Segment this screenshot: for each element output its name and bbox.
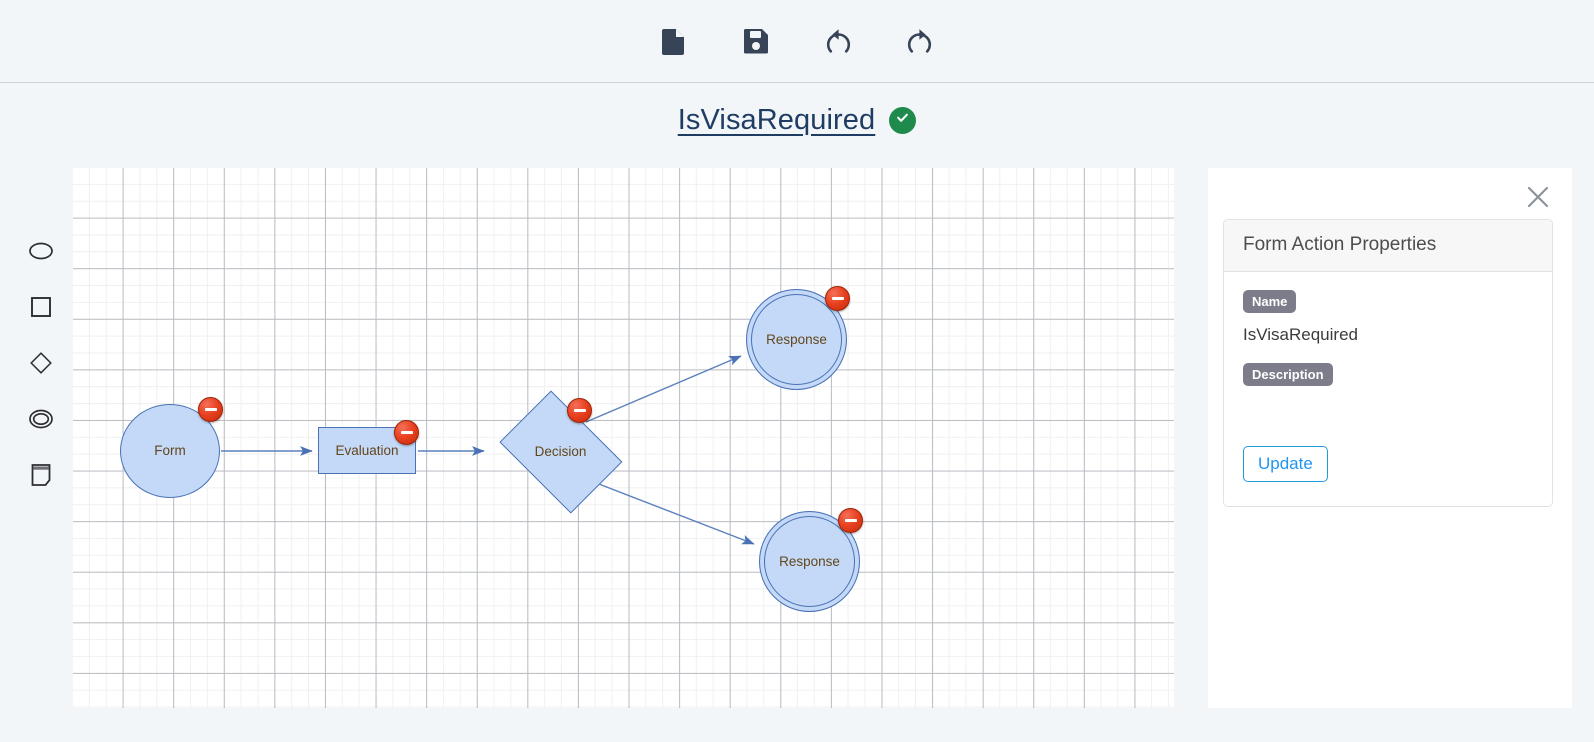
field-name: Name IsVisaRequired: [1243, 290, 1533, 345]
palette-item-diamond[interactable]: [20, 348, 62, 382]
node-label: Response: [766, 331, 827, 347]
top-toolbar: [0, 0, 1594, 83]
delete-node-badge-evaluation[interactable]: [394, 420, 419, 445]
new-file-button[interactable]: [652, 19, 696, 63]
palette-item-note[interactable]: [20, 460, 62, 494]
properties-panel: Form Action Properties Name IsVisaRequir…: [1208, 168, 1572, 708]
check-icon: [895, 110, 910, 130]
field-name-tag: Name: [1243, 290, 1297, 313]
field-description-tag: Description: [1243, 363, 1333, 386]
palette-item-rectangle[interactable]: [20, 292, 62, 326]
square-icon: [30, 296, 52, 323]
field-description-value[interactable]: [1243, 398, 1533, 418]
page-title[interactable]: IsVisaRequired: [678, 104, 876, 137]
undo-button[interactable]: [816, 19, 860, 63]
diamond-icon: [29, 351, 53, 380]
close-panel-button[interactable]: [1522, 183, 1554, 215]
delete-node-badge-response-2[interactable]: [838, 508, 863, 533]
palette-item-double-circle[interactable]: [20, 404, 62, 438]
save-icon: [743, 28, 769, 54]
shape-palette: [18, 236, 64, 494]
properties-card-body: Name IsVisaRequired Description Update: [1224, 272, 1552, 506]
node-label: Form: [154, 443, 186, 459]
save-button[interactable]: [734, 19, 778, 63]
form-action-properties-card: Form Action Properties Name IsVisaRequir…: [1223, 219, 1553, 507]
note-icon: [30, 463, 52, 492]
undo-icon: [823, 27, 853, 55]
update-button[interactable]: Update: [1243, 446, 1328, 482]
node-label: Response: [779, 553, 840, 569]
redo-button[interactable]: [898, 19, 942, 63]
delete-node-badge-response-1[interactable]: [825, 286, 850, 311]
node-label: Evaluation: [335, 442, 399, 458]
redo-icon: [905, 27, 935, 55]
diamond-shape: [499, 390, 622, 513]
delete-node-badge-form[interactable]: [198, 397, 223, 422]
status-badge: [889, 106, 917, 134]
properties-card-title: Form Action Properties: [1224, 220, 1552, 272]
close-icon: [1525, 184, 1551, 215]
field-description: Description: [1243, 363, 1533, 418]
field-name-value[interactable]: IsVisaRequired: [1243, 325, 1533, 345]
new-file-icon: [662, 27, 686, 55]
delete-node-badge-decision[interactable]: [567, 398, 592, 423]
page-title-row: IsVisaRequired: [0, 96, 1594, 144]
diagram-canvas[interactable]: Form Evaluation Decision Response Respon…: [73, 168, 1174, 708]
ellipse-icon: [28, 241, 54, 266]
diagram-node-decision[interactable]: Decision: [489, 390, 632, 513]
palette-item-ellipse[interactable]: [20, 236, 62, 270]
concentric-circle-icon: [28, 408, 54, 435]
